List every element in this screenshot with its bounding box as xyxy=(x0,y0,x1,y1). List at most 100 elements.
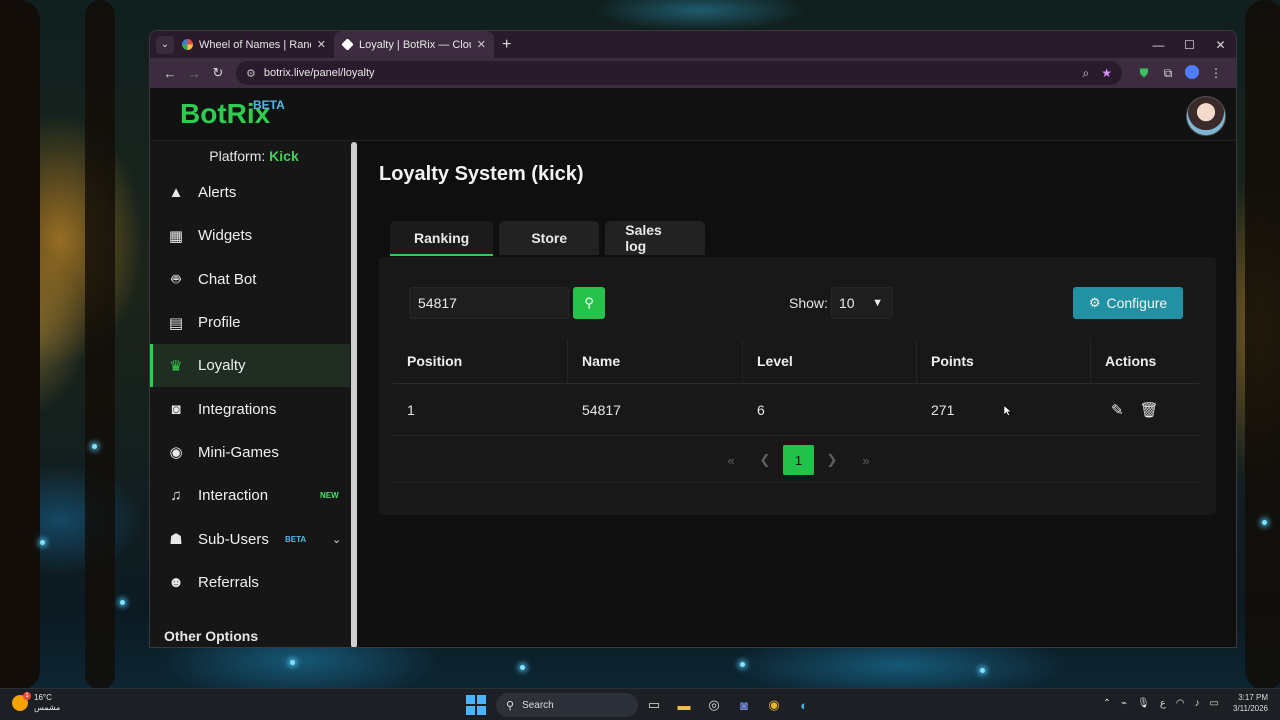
last-page-icon[interactable]: » xyxy=(850,445,882,475)
volume-icon[interactable]: ♪ xyxy=(1195,698,1200,709)
forward-arrow-icon[interactable]: → xyxy=(182,66,206,81)
first-page-icon[interactable]: « xyxy=(715,445,747,475)
network-icon[interactable]: ⌁ xyxy=(1121,698,1127,709)
id-card-icon: ▤ xyxy=(168,314,184,332)
gears-icon: ⚙ xyxy=(1088,295,1101,310)
column-header-position[interactable]: Position xyxy=(393,339,568,383)
delete-trash-icon[interactable]: 🗑︎ xyxy=(1140,401,1159,419)
search-input[interactable]: 54817 xyxy=(409,287,569,319)
tree-trunk xyxy=(0,0,40,690)
browser-window: ⌄ Wheel of Names | Random nam ✕ Loyalty … xyxy=(149,30,1237,648)
prev-page-icon[interactable]: ❮ xyxy=(749,445,781,475)
sidebar-item-referrals[interactable]: ☻ Referrals xyxy=(150,561,358,604)
system-tray: ⌃ ⌁ 🎙︎ ع ◠ ♪ ▭ 3:17 PM 3/11/2026 xyxy=(1093,692,1268,714)
tab-strip: ⌄ Wheel of Names | Random nam ✕ Loyalty … xyxy=(150,31,1236,58)
input-language[interactable]: ع xyxy=(1160,698,1166,709)
clock-time: 3:17 PM xyxy=(1238,693,1268,702)
sidebar-item-sub-users[interactable]: ☗ Sub-Users BETA ⌄ xyxy=(150,517,358,560)
browser-menu-icon[interactable]: ⋮ xyxy=(1204,66,1228,80)
users-icon: ☗ xyxy=(169,531,183,549)
tab-ranking[interactable]: Ranking xyxy=(390,221,494,256)
tab-store[interactable]: Store xyxy=(499,221,600,255)
sidebar-item-widgets[interactable]: ▦ Widgets xyxy=(150,214,358,257)
column-header-name[interactable]: Name xyxy=(568,339,743,383)
column-header-points[interactable]: Points xyxy=(917,339,1091,383)
edge-app-icon[interactable]: ◐ xyxy=(790,693,818,717)
tab-search-chevron-icon[interactable]: ⌄ xyxy=(156,35,174,54)
tab-sales-log[interactable]: Sales log xyxy=(605,221,706,255)
firefly xyxy=(92,444,97,449)
discord-app-icon[interactable]: ◙ xyxy=(730,693,758,717)
back-arrow-icon[interactable]: ← xyxy=(158,66,182,81)
sidebar-item-mini-games[interactable]: ◉ Mini-Games xyxy=(150,431,358,474)
chevron-down-icon[interactable]: ⌄ xyxy=(332,533,341,546)
botrix-page: BotRix BETA Platform: Kick ▲ Alerts ▦ Wi… xyxy=(150,88,1236,647)
botrix-logo[interactable]: BotRix BETA xyxy=(180,98,285,130)
next-page-icon[interactable]: ❯ xyxy=(816,445,848,475)
sidebar-scrollbar-thumb[interactable] xyxy=(351,142,357,647)
site-settings-icon[interactable]: ⚙ xyxy=(246,67,256,80)
zoom-icon[interactable]: ⌕ xyxy=(1083,66,1090,81)
maximize-icon[interactable]: ☐ xyxy=(1174,31,1205,58)
user-avatar[interactable] xyxy=(1186,96,1226,136)
cell-level: 6 xyxy=(757,401,765,418)
close-tab-icon[interactable]: ✕ xyxy=(477,38,486,51)
new-tab-plus-icon[interactable]: + xyxy=(502,36,511,54)
tray-overflow-icon[interactable]: ⌃ xyxy=(1103,698,1111,709)
extensions-puzzle-icon[interactable]: ⧉ xyxy=(1156,66,1180,81)
edit-pencil-icon[interactable]: ✎ xyxy=(1111,401,1124,419)
sidebar-item-loyalty[interactable]: ♛ Loyalty xyxy=(150,344,358,388)
other-options-heading: Other Options xyxy=(164,628,259,644)
sidebar-item-interaction[interactable]: ♫ Interaction NEW xyxy=(150,474,358,517)
pagination: « ❮ 1 ❯ » xyxy=(715,445,884,475)
task-view-icon[interactable]: ▭ xyxy=(640,693,668,717)
app-icon[interactable]: ◎ xyxy=(700,693,728,717)
clock-date: 3/11/2026 xyxy=(1233,704,1268,713)
ranking-table: Position Name Level Points Actions 1 548… xyxy=(393,339,1199,436)
firefly xyxy=(120,600,125,605)
discord-icon: ◙ xyxy=(171,400,181,418)
sidebar-item-alerts[interactable]: ▲ Alerts xyxy=(150,171,358,214)
sidebar-item-integrations[interactable]: ◙ Integrations xyxy=(150,387,358,430)
sun-weather-icon: 1 xyxy=(12,692,31,711)
browser-tab-wheel-of-names[interactable]: Wheel of Names | Random nam ✕ xyxy=(174,31,334,58)
sidebar-item-chat-bot[interactable]: 🤖︎ Chat Bot xyxy=(150,258,358,301)
chrome-app-icon[interactable]: ◉ xyxy=(760,693,788,717)
main-content: Loyalty System (kick) Ranking Store Sale… xyxy=(358,141,1236,647)
bookmark-star-icon[interactable]: ★ xyxy=(1101,66,1112,80)
tab-title: Loyalty | BotRix — Cloud Strea xyxy=(359,38,471,51)
close-window-icon[interactable]: ✕ xyxy=(1205,31,1236,58)
taskbar-search[interactable]: ⚲ Search xyxy=(496,693,638,717)
minimize-icon[interactable]: — xyxy=(1143,31,1174,58)
column-header-level[interactable]: Level xyxy=(743,339,917,383)
configure-button[interactable]: ⚙ Configure xyxy=(1073,287,1183,319)
sidebar-item-label: Profile xyxy=(198,314,241,332)
firefly xyxy=(1262,520,1267,525)
page-size-select[interactable]: 10 ▼ xyxy=(831,287,893,319)
close-tab-icon[interactable]: ✕ xyxy=(317,38,326,51)
reload-icon[interactable]: ↻ xyxy=(206,65,230,81)
sidebar-item-label: Referrals xyxy=(198,573,259,591)
wifi-icon[interactable]: ◠ xyxy=(1176,698,1185,709)
cell-name: 54817 xyxy=(582,401,621,418)
weather-widget[interactable]: 1 16°C مشمس xyxy=(12,692,60,713)
windows-start-icon[interactable] xyxy=(466,695,486,715)
profile-icon[interactable] xyxy=(1180,64,1204,82)
page-number-current[interactable]: 1 xyxy=(783,445,814,475)
url-text[interactable]: botrix.live/panel/loyalty xyxy=(264,67,1071,79)
extension-shield-icon[interactable]: ⛊ xyxy=(1132,66,1156,81)
address-bar[interactable]: ⚙ botrix.live/panel/loyalty ⌕ ★ xyxy=(236,61,1122,85)
file-explorer-icon[interactable]: ▬ xyxy=(670,693,698,717)
search-button[interactable]: ⚲ xyxy=(573,287,605,319)
battery-icon[interactable]: ▭ xyxy=(1210,698,1219,709)
sidebar-item-label: Interaction xyxy=(198,487,269,505)
search-icon: ⚲ xyxy=(584,295,594,310)
sidebar-item-label: Loyalty xyxy=(198,357,246,375)
sidebar-item-profile[interactable]: ▤ Profile xyxy=(150,301,358,344)
clock[interactable]: 3:17 PM 3/11/2026 xyxy=(1233,692,1268,714)
microphone-icon[interactable]: 🎙︎ xyxy=(1137,698,1150,709)
beta-badge: BETA xyxy=(285,534,307,544)
tab-title: Wheel of Names | Random nam xyxy=(199,38,311,51)
browser-tab-loyalty[interactable]: Loyalty | BotRix — Cloud Strea ✕ xyxy=(334,31,494,58)
grid-icon: ▦ xyxy=(168,227,184,245)
